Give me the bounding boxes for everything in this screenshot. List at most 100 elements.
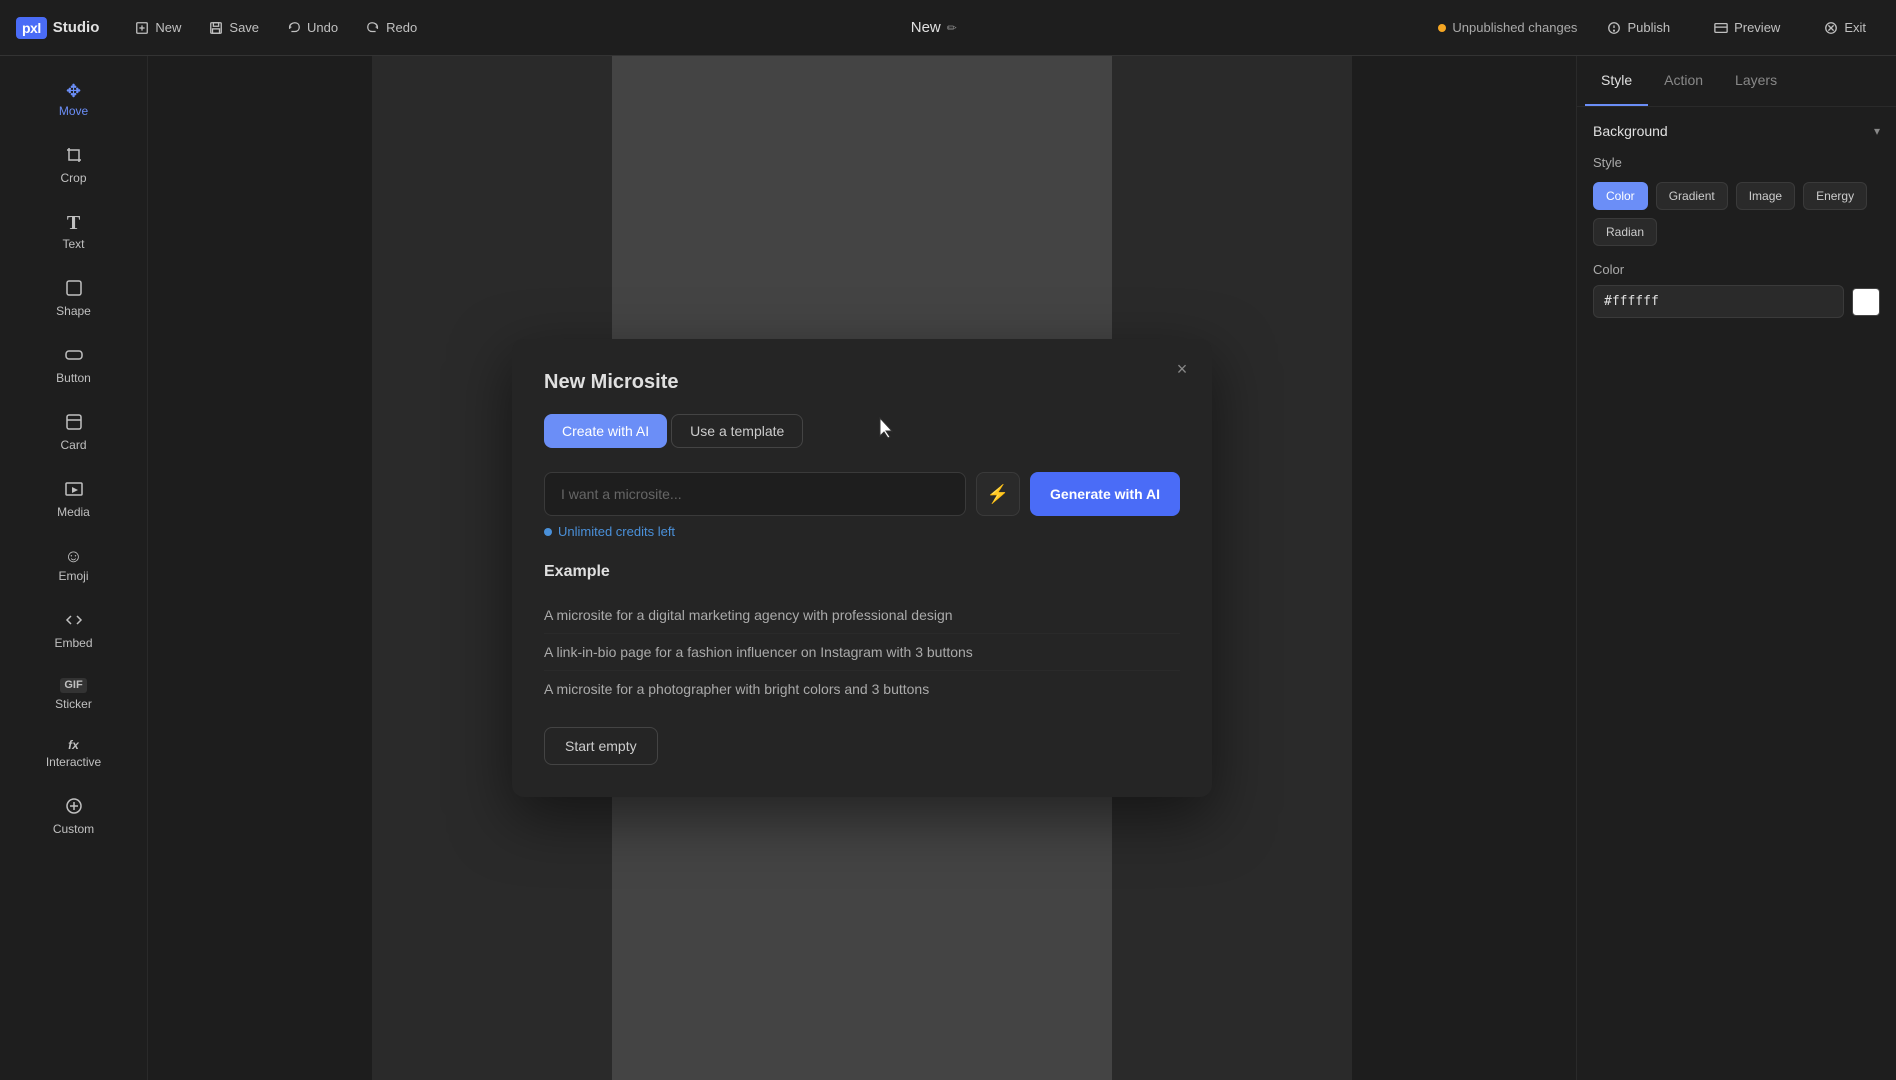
microsite-prompt-input[interactable] [544,472,966,516]
logo-pxl: pxl [16,17,47,39]
color-input[interactable] [1593,285,1844,318]
right-sidebar-tabs: Style Action Layers [1577,56,1896,107]
credits-info: Unlimited credits left [544,524,1180,539]
color-label: Color [1593,262,1880,277]
sidebar-item-label-sticker: Sticker [55,697,92,711]
right-sidebar: Style Action Layers Background ▾ Style C… [1576,56,1896,1080]
publish-button[interactable]: Publish [1593,13,1684,42]
logo: pxl Studio [16,17,99,39]
main-layout: ✥ Move Crop T Text Shape Button [0,56,1896,1080]
generate-with-ai-button[interactable]: Generate with AI [1030,472,1180,516]
style-option-energy[interactable]: Energy [1803,182,1867,210]
sidebar-item-emoji[interactable]: ☺ Emoji [8,535,139,595]
credits-dot [544,528,552,536]
sidebar-item-label-crop: Crop [60,171,86,185]
publish-icon [1607,21,1621,35]
topbar: pxl Studio New Save Undo Redo New ✏ Unpu… [0,0,1896,56]
sidebar-item-label-move: Move [59,104,88,118]
new-icon [135,21,149,35]
sidebar-item-label-emoji: Emoji [58,569,88,583]
background-section: Background ▾ [1593,123,1880,139]
doc-title[interactable]: New ✏ [911,19,957,36]
sidebar-item-card[interactable]: Card [8,401,139,464]
background-chevron: ▾ [1874,124,1880,138]
modal-overlay[interactable]: × New Microsite Create with AI Use a tem… [148,56,1576,1080]
text-icon: T [67,213,80,233]
lightning-button[interactable]: ⚡ [976,472,1020,516]
sidebar-item-label-media: Media [57,505,90,519]
status-dot [1438,24,1446,32]
sidebar-item-sticker[interactable]: GIF Sticker [8,666,139,723]
color-swatch[interactable] [1852,288,1880,316]
modal-input-row: ⚡ Generate with AI [544,472,1180,516]
modal-title: New Microsite [544,371,1180,394]
sidebar-item-label-embed: Embed [54,636,92,650]
card-icon [65,413,83,434]
style-option-gradient[interactable]: Gradient [1656,182,1728,210]
lightning-icon: ⚡ [987,484,1009,505]
shape-icon [65,279,83,300]
tab-use-template[interactable]: Use a template [671,414,803,448]
custom-icon [65,797,83,818]
example-item-0[interactable]: A microsite for a digital marketing agen… [544,597,1180,634]
sidebar-item-label-card: Card [60,438,86,452]
example-item-2[interactable]: A microsite for a photographer with brig… [544,671,1180,707]
emoji-icon: ☺ [64,547,82,565]
sidebar-item-label-button: Button [56,371,91,385]
sidebar-item-crop[interactable]: Crop [8,134,139,197]
sidebar-item-shape[interactable]: Shape [8,267,139,330]
preview-button[interactable]: Preview [1700,13,1794,42]
color-input-row [1593,285,1880,318]
save-button[interactable]: Save [197,14,271,41]
exit-icon [1824,21,1838,35]
sidebar-item-interactive[interactable]: fx Interactive [8,727,139,781]
topbar-actions: New Save Undo Redo [123,14,429,41]
sidebar-item-custom[interactable]: Custom [8,785,139,848]
style-option-image[interactable]: Image [1736,182,1795,210]
canvas-area: × New Microsite Create with AI Use a tem… [148,56,1576,1080]
edit-title-icon: ✏ [947,21,957,35]
redo-icon [366,21,380,35]
tab-layers[interactable]: Layers [1719,56,1793,106]
style-options: Color Gradient Image Energy Radian [1593,182,1880,246]
crop-icon [65,146,83,167]
start-empty-button[interactable]: Start empty [544,727,658,765]
sidebar-item-button[interactable]: Button [8,334,139,397]
sidebar-item-embed[interactable]: Embed [8,599,139,662]
button-icon [65,346,83,367]
sidebar-item-label-shape: Shape [56,304,91,318]
exit-button[interactable]: Exit [1810,13,1880,42]
modal-close-button[interactable]: × [1168,355,1196,383]
new-button[interactable]: New [123,14,193,41]
left-sidebar: ✥ Move Crop T Text Shape Button [0,56,148,1080]
modal-tabs: Create with AI Use a template [544,414,1180,448]
sidebar-item-move[interactable]: ✥ Move [8,70,139,130]
preview-icon [1714,21,1728,35]
sidebar-item-label-text: Text [62,237,84,251]
tab-create-with-ai[interactable]: Create with AI [544,414,667,448]
undo-icon [287,21,301,35]
example-section-title: Example [544,563,1180,581]
example-item-1[interactable]: A link-in-bio page for a fashion influen… [544,634,1180,671]
tab-style[interactable]: Style [1585,56,1648,106]
topbar-right: Unpublished changes Publish Preview Exit [1438,13,1880,42]
sticker-icon: GIF [60,678,86,693]
style-option-radian[interactable]: Radian [1593,218,1657,246]
move-icon: ✥ [66,82,81,100]
interactive-icon: fx [68,739,79,751]
credits-text: Unlimited credits left [558,524,675,539]
sidebar-item-label-custom: Custom [53,822,94,836]
redo-button[interactable]: Redo [354,14,429,41]
sidebar-item-media[interactable]: Media [8,468,139,531]
style-option-color[interactable]: Color [1593,182,1648,210]
undo-button[interactable]: Undo [275,14,350,41]
unpublished-badge: Unpublished changes [1438,20,1577,35]
sidebar-item-text[interactable]: T Text [8,201,139,263]
logo-studio: Studio [53,19,100,36]
style-label: Style [1593,155,1880,170]
media-icon [65,480,83,501]
tab-action[interactable]: Action [1648,56,1719,106]
topbar-center: New ✏ [429,19,1438,36]
right-panel-content: Background ▾ Style Color Gradient Image … [1577,107,1896,334]
new-microsite-modal: × New Microsite Create with AI Use a tem… [512,339,1212,797]
